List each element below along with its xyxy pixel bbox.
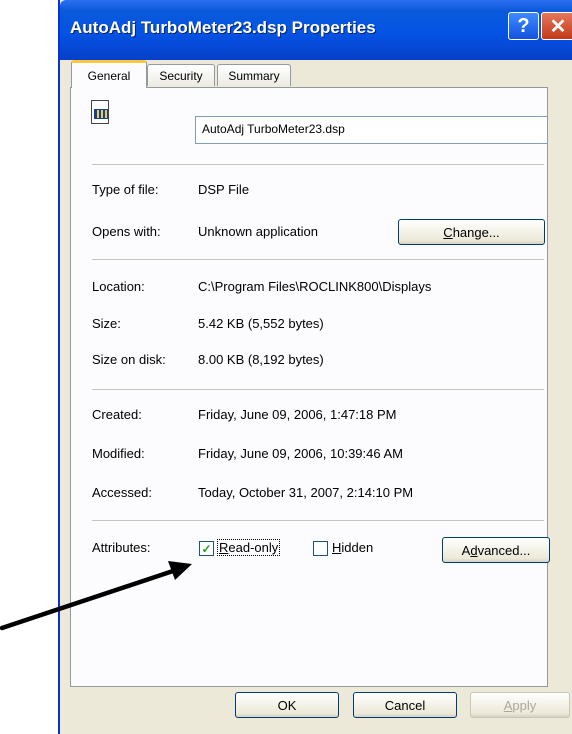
opens-with-label: Opens with: <box>92 224 161 239</box>
file-name-field[interactable]: AutoAdj TurboMeter23.dsp <box>195 116 548 144</box>
checkmark-icon: ✓ <box>201 541 212 556</box>
apply-label: pply <box>512 697 537 713</box>
apply-accel: A <box>503 697 513 713</box>
ok-label: OK <box>277 697 297 713</box>
hidden-checkbox[interactable] <box>313 541 328 556</box>
change-accel: C <box>443 224 453 240</box>
opens-with-value: Unknown application <box>198 224 318 239</box>
modified-label: Modified: <box>92 446 145 461</box>
dsp-file-icon <box>91 100 109 124</box>
accessed-value: Today, October 31, 2007, 2:14:10 PM <box>198 485 414 500</box>
cancel-button[interactable]: Cancel <box>353 692 457 718</box>
tab-summary-label: Summary <box>228 68 280 83</box>
hidden-text: idden <box>341 540 374 555</box>
tab-security-label: Security <box>159 68 203 83</box>
separator <box>92 164 544 165</box>
attributes-label: Attributes: <box>92 540 151 555</box>
advanced-suffix: vanced... <box>477 542 531 558</box>
tab-security[interactable]: Security <box>147 64 215 86</box>
size-value: 5.42 KB (5,552 bytes) <box>198 316 324 331</box>
hidden-accel: H <box>332 540 342 555</box>
created-label: Created: <box>92 407 142 422</box>
location-value: C:\Program Files\ROCLINK800\Displays <box>198 279 432 294</box>
cancel-label: Cancel <box>384 697 426 713</box>
modified-value: Friday, June 09, 2006, 10:39:46 AM <box>198 446 404 461</box>
readonly-text: ead-only <box>228 540 279 555</box>
readonly-checkbox[interactable]: ✓ <box>199 541 214 556</box>
tab-general[interactable]: General <box>71 60 147 88</box>
size-on-disk-value: 8.00 KB (8,192 bytes) <box>198 352 324 367</box>
ok-button[interactable]: OK <box>235 692 339 718</box>
change-button[interactable]: Change... <box>398 219 545 245</box>
type-of-file-label: Type of file: <box>92 182 159 197</box>
advanced-button[interactable]: Ad vanced... <box>442 537 550 563</box>
advanced-prefix: A <box>461 542 471 558</box>
separator <box>92 520 544 521</box>
separator <box>92 389 544 390</box>
tab-summary[interactable]: Summary <box>217 64 291 86</box>
size-on-disk-label: Size on disk: <box>92 352 166 367</box>
readonly-accel: R <box>219 540 229 555</box>
type-of-file-value: DSP File <box>198 182 250 197</box>
apply-button[interactable]: Apply <box>470 692 570 718</box>
advanced-accel: d <box>470 542 478 558</box>
change-label: hange... <box>452 224 500 240</box>
location-label: Location: <box>92 279 145 294</box>
general-tab-panel <box>70 87 548 687</box>
tab-general-label: General <box>87 68 131 83</box>
accessed-label: Accessed: <box>92 485 152 500</box>
readonly-label[interactable]: Read-only <box>216 539 281 556</box>
separator <box>92 259 544 260</box>
size-label: Size: <box>92 316 121 331</box>
created-value: Friday, June 09, 2006, 1:47:18 PM <box>198 407 397 422</box>
hidden-label[interactable]: Hidden <box>332 540 373 555</box>
